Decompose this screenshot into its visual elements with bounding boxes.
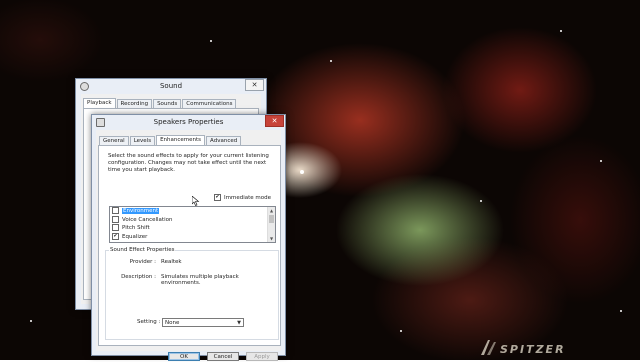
list-item-voice-cancellation[interactable]: Voice Cancellation xyxy=(110,215,275,225)
pitch-shift-label: Pitch Shift xyxy=(122,225,150,231)
effects-scrollbar[interactable]: ▲ ▼ xyxy=(267,207,275,242)
immediate-mode-checkbox[interactable]: ✔ xyxy=(214,194,221,201)
speakers-client: General Levels Enhancements Advanced Sel… xyxy=(96,130,281,361)
sound-close-button[interactable]: ✕ xyxy=(245,79,264,91)
environment-label: Environment xyxy=(120,207,161,215)
star xyxy=(30,320,32,322)
star xyxy=(560,30,562,32)
spitzer-logo-icon xyxy=(481,340,496,355)
immediate-mode-option[interactable]: ✔ Immediate mode xyxy=(214,194,271,201)
pitch-shift-checkbox[interactable] xyxy=(112,224,119,231)
star xyxy=(210,40,212,42)
star xyxy=(400,330,402,332)
sound-titlebar[interactable]: Sound ✕ xyxy=(76,79,266,93)
speakers-close-button[interactable]: ✕ xyxy=(265,115,284,127)
star xyxy=(300,170,304,174)
list-item-pitch-shift[interactable]: Pitch Shift xyxy=(110,224,275,233)
scroll-down-icon[interactable]: ▼ xyxy=(269,236,274,241)
equalizer-checkbox[interactable]: ✔ xyxy=(112,232,119,240)
star xyxy=(620,310,622,312)
sound-title: Sound xyxy=(159,82,183,90)
speakers-properties-window: Speakers Properties ✕ General Levels Enh… xyxy=(91,114,286,361)
spitzer-watermark: SPITZER xyxy=(478,338,574,358)
immediate-mode-label: Immediate mode xyxy=(224,195,271,201)
effects-list[interactable]: Environment Voice Cancellation Pitch Shi… xyxy=(109,206,276,243)
star xyxy=(330,60,332,62)
list-item-environment[interactable]: Environment xyxy=(110,207,275,216)
scroll-thumb[interactable] xyxy=(269,215,274,223)
setting-label: Setting : xyxy=(137,319,161,325)
description-label: Description : xyxy=(121,274,156,280)
checkmark-icon: ✔ xyxy=(215,194,220,200)
list-item-equalizer[interactable]: ✔ Equalizer xyxy=(110,232,275,242)
voice-cancellation-label: Voice Cancellation xyxy=(122,216,173,223)
scroll-up-icon[interactable]: ▲ xyxy=(269,208,274,213)
speakers-title: Speakers Properties xyxy=(153,118,224,126)
enhancements-description: Select the sound effects to apply for yo… xyxy=(108,153,269,173)
dropdown-arrow-icon: ▼ xyxy=(237,320,241,326)
setting-value: None xyxy=(165,320,180,326)
speaker-icon xyxy=(96,118,105,127)
star xyxy=(480,200,482,202)
mouse-pointer-icon xyxy=(192,196,200,206)
star xyxy=(600,160,602,162)
enhancements-panel: Select the sound effects to apply for yo… xyxy=(98,145,281,346)
group-title: Sound Effect Properties xyxy=(109,247,176,253)
provider-label: Provider : xyxy=(129,259,156,265)
description-value: Simulates multiple playback environments… xyxy=(161,274,239,286)
environment-checkbox[interactable] xyxy=(112,207,119,214)
provider-value: Realtek xyxy=(161,259,182,265)
speakers-titlebar[interactable]: Speakers Properties ✕ xyxy=(92,115,285,129)
setting-dropdown[interactable]: None ▼ xyxy=(162,318,244,327)
watermark-text: SPITZER xyxy=(500,343,566,356)
speaker-icon xyxy=(80,82,89,91)
checkmark-icon: ✔ xyxy=(113,232,118,239)
voice-cancellation-checkbox[interactable] xyxy=(112,215,119,223)
equalizer-label: Equalizer xyxy=(122,233,148,240)
